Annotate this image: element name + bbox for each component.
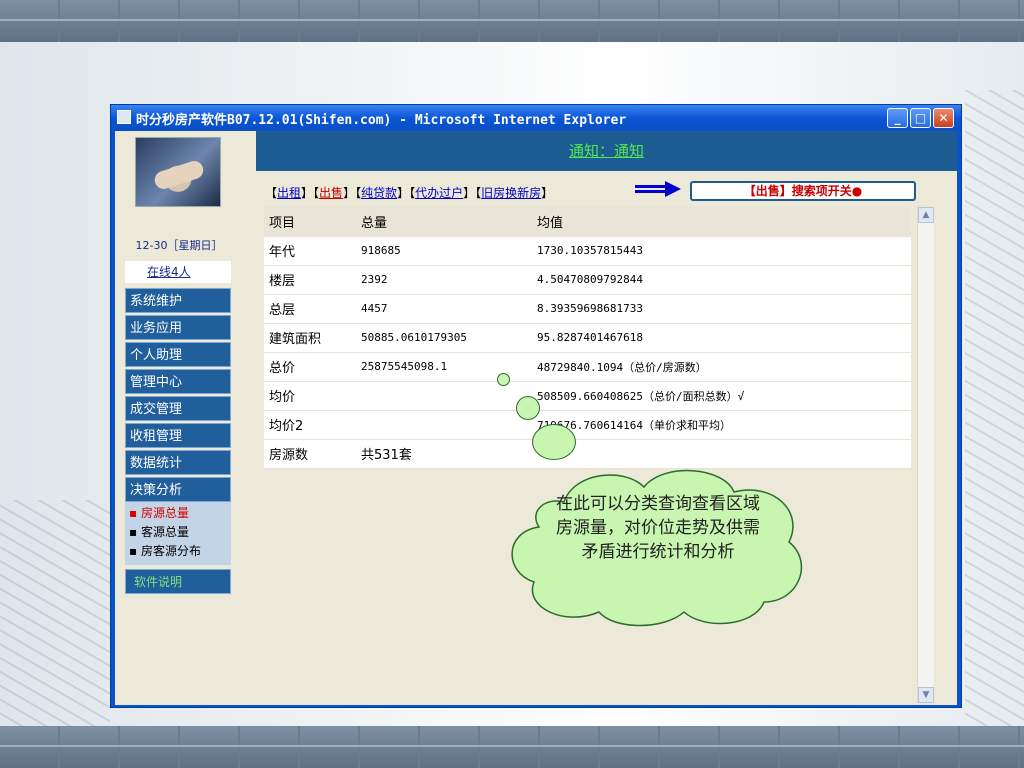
table-header-row: 项目 总量 均值 bbox=[264, 207, 911, 237]
scroll-up-arrow-icon[interactable]: ▲ bbox=[918, 207, 934, 223]
maximize-button[interactable]: □ bbox=[910, 108, 931, 128]
cell-average: 4.50470809792844 bbox=[532, 265, 911, 295]
close-button[interactable]: ✕ bbox=[933, 108, 954, 128]
slide-decoration-left bbox=[0, 500, 110, 726]
slide-bottom-band bbox=[0, 726, 1024, 768]
table-row: 总价 25875545098.1 48729840.1094（总价/房源数） bbox=[264, 352, 911, 382]
cell-total: 918685 bbox=[356, 236, 532, 266]
table-row: 年代 918685 1730.10357815443 bbox=[264, 236, 911, 266]
link-old-for-new[interactable]: 旧房换新房 bbox=[481, 186, 541, 200]
minimize-button[interactable]: _ bbox=[887, 108, 908, 128]
decision-submenu: ▪ 房源总量 ▪ 客源总量 ▪ 房客源分布 bbox=[125, 502, 231, 565]
category-links: 【出租】【出售】【纯贷款】【代办过户】【旧房换新房】 bbox=[265, 186, 554, 200]
cell-average: 1730.10357815443 bbox=[532, 236, 911, 266]
window-title: 时分秒房产软件B07.12.01(Shifen.com) - Microsoft… bbox=[136, 113, 627, 128]
header-item: 项目 bbox=[264, 207, 356, 237]
cell-total: 50885.0610179305 bbox=[356, 323, 532, 353]
cell-total: 4457 bbox=[356, 294, 532, 324]
sidebar-item-business[interactable]: 业务应用 bbox=[125, 315, 231, 340]
online-users-link[interactable]: 在线4人 bbox=[125, 261, 231, 283]
cell-average: 8.39359698681733 bbox=[532, 294, 911, 324]
table-row: 楼层 2392 4.50470809792844 bbox=[264, 265, 911, 295]
stats-table: 项目 总量 均值 年代 918685 1730.10357815443 楼层 2… bbox=[264, 207, 911, 469]
cell-item: 建筑面积 bbox=[264, 323, 356, 353]
notice-banner: 通知：通知 bbox=[256, 131, 957, 171]
header-average: 均值 bbox=[532, 207, 911, 237]
table-row: 总层 4457 8.39359698681733 bbox=[264, 294, 911, 324]
link-rent[interactable]: 出租 bbox=[277, 186, 301, 200]
cell-item: 均价2 bbox=[264, 410, 356, 440]
handshake-icon bbox=[152, 158, 206, 192]
cell-total: 2392 bbox=[356, 265, 532, 295]
callout-dot-medium bbox=[516, 396, 540, 420]
slide-decoration-right bbox=[965, 90, 1024, 726]
cell-average: 508509.660408625（总价/面积总数）√ bbox=[532, 381, 911, 411]
left-sidebar: 12-30［星期日］ 在线4人 系统维护 业务应用 个人助理 管理中心 成交管理… bbox=[115, 131, 255, 705]
submenu-item-distribution[interactable]: ▪ 房客源分布 bbox=[125, 542, 231, 561]
sidebar-item-decision-analysis[interactable]: 决策分析 bbox=[125, 477, 231, 502]
callout-dot-small bbox=[497, 373, 510, 386]
vertical-scrollbar[interactable]: ▲ ▼ bbox=[917, 207, 934, 703]
maximize-icon: □ bbox=[914, 111, 927, 125]
sidebar-menu: 系统维护 业务应用 个人助理 管理中心 成交管理 收租管理 数据统计 决策分析 bbox=[125, 288, 231, 504]
table-row: 均价2 719676.760614164（单价求和平均） bbox=[264, 410, 911, 440]
cell-average: 95.8287401467618 bbox=[532, 323, 911, 353]
callout-text: 在此可以分类查询查看区域房源量，对价位走势及供需矛盾进行统计和分析 bbox=[556, 494, 760, 562]
scroll-down-arrow-icon[interactable]: ▼ bbox=[918, 687, 934, 703]
cell-average: 719676.760614164（单价求和平均） bbox=[532, 410, 911, 440]
software-help-button[interactable]: 软件说明 bbox=[125, 569, 231, 594]
arrow-right-icon bbox=[635, 181, 681, 197]
search-toggle-button[interactable]: 【出售】搜索项开关● bbox=[690, 181, 916, 201]
link-loan[interactable]: 纯贷款 bbox=[361, 186, 397, 200]
minimize-icon: _ bbox=[894, 111, 901, 125]
title-bar[interactable]: 时分秒房产软件B07.12.01(Shifen.com) - Microsoft… bbox=[111, 105, 961, 131]
link-transfer[interactable]: 代办过户 bbox=[415, 186, 463, 200]
close-icon: ✕ bbox=[938, 111, 949, 125]
cell-item: 总价 bbox=[264, 352, 356, 382]
date-label: 12-30［星期日］ bbox=[135, 239, 223, 252]
cell-average: 48729840.1094（总价/房源数） bbox=[532, 352, 911, 382]
table-row: 均价 508509.660408625（总价/面积总数）√ bbox=[264, 381, 911, 411]
cell-item: 房源数 bbox=[264, 439, 356, 469]
cell-item: 楼层 bbox=[264, 265, 356, 295]
callout-dot-large bbox=[532, 424, 576, 460]
header-total: 总量 bbox=[356, 207, 532, 237]
cell-total bbox=[356, 410, 532, 440]
ie-page-icon bbox=[117, 110, 131, 124]
stats-table-container: 项目 总量 均值 年代 918685 1730.10357815443 楼层 2… bbox=[264, 207, 911, 469]
notice-link[interactable]: 通知：通知 bbox=[569, 142, 644, 160]
cell-item: 均价 bbox=[264, 381, 356, 411]
sidebar-item-rent[interactable]: 收租管理 bbox=[125, 423, 231, 448]
slide-top-band bbox=[0, 0, 1024, 42]
link-sale[interactable]: 出售 bbox=[319, 186, 343, 200]
sidebar-item-admin-center[interactable]: 管理中心 bbox=[125, 369, 231, 394]
cell-item: 年代 bbox=[264, 236, 356, 266]
handshake-logo bbox=[135, 137, 221, 207]
cell-item: 总层 bbox=[264, 294, 356, 324]
sidebar-item-personal-assistant[interactable]: 个人助理 bbox=[125, 342, 231, 367]
submenu-item-client-total[interactable]: ▪ 客源总量 bbox=[125, 523, 231, 542]
table-row: 建筑面积 50885.0610179305 95.8287401467618 bbox=[264, 323, 911, 353]
sidebar-item-statistics[interactable]: 数据统计 bbox=[125, 450, 231, 475]
sidebar-item-deals[interactable]: 成交管理 bbox=[125, 396, 231, 421]
sidebar-item-system-maintenance[interactable]: 系统维护 bbox=[125, 288, 231, 313]
submenu-item-listing-total[interactable]: ▪ 房源总量 bbox=[125, 504, 231, 523]
